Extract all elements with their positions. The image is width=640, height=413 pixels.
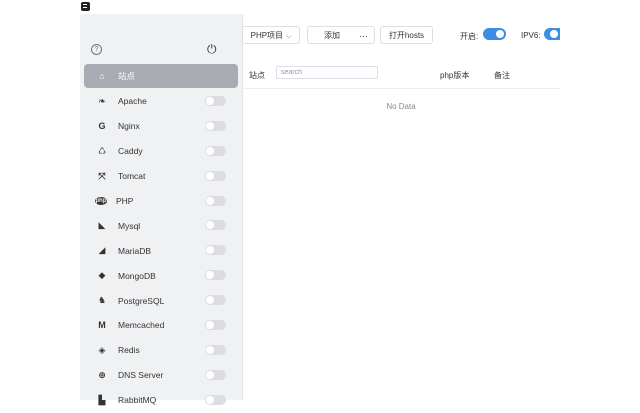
site-table: 站点 php版本 备注 No Data [242,56,560,400]
ipv6-toggle[interactable] [544,28,560,40]
service-toggle[interactable] [205,270,226,281]
service-toggle[interactable] [205,145,226,156]
open-hosts-button[interactable]: 打开hosts [380,26,433,44]
more-options-icon[interactable]: ··· [359,27,368,45]
sidebar-item-tomcat[interactable]: ⤧ Tomcat [84,164,238,189]
add-button-group: 添加 ··· [307,26,375,44]
service-toggle[interactable] [205,344,226,355]
postgresql-elephant-icon: ♞ [97,295,107,306]
sidebar-item-dns-server[interactable]: ⊕ DNS Server [84,363,238,388]
sidebar-item-label: MariaDB [118,245,152,256]
memcached-icon: M [98,320,106,331]
sidebar-item-nginx[interactable]: G Nginx [84,114,238,139]
sidebar-item-apache[interactable]: ❧ Apache [84,89,238,114]
sidebar-item-sites[interactable]: ⌂ 站点 [84,64,238,88]
redis-icon: ◈ [98,344,106,355]
sidebar-item-mysql[interactable]: ◣ Mysql [84,213,238,238]
sidebar-item-label: PHP [116,196,134,206]
caddy-icon: ♺ [97,145,107,156]
sidebar-item-label: Mysql [118,220,141,231]
sidebar-item-label: MongoDB [118,270,156,281]
enable-toggle[interactable] [483,28,506,40]
sidebar-item-label: PostgreSQL [118,295,165,306]
enable-label: 开启: [460,32,479,41]
php-icon: php [95,197,107,205]
nginx-icon: G [98,121,106,132]
sidebar-item-label: Redis [118,345,140,356]
sidebar-item-label: RabbitMQ [118,395,157,406]
sidebar-item-label: Tomcat [118,171,146,182]
sidebar-item-rabbitmq[interactable]: ▙ RabbitMQ [84,388,238,413]
sidebar-item-label: Nginx [118,121,140,132]
app-logo-icon [81,2,90,11]
sidebar-item-mariadb[interactable]: ◢ MariaDB [84,238,238,263]
apache-feather-icon: ❧ [98,95,106,106]
add-button[interactable]: 添加 [324,31,340,40]
power-icon[interactable]: ⏻ [207,42,217,57]
service-toggle[interactable] [205,120,226,131]
empty-state-text: No Data [386,102,416,111]
mongodb-leaf-icon: ◆ [98,270,106,281]
rabbitmq-icon: ▙ [98,394,106,405]
php-version-column-header: php版本 [440,71,470,80]
service-toggle[interactable] [205,245,226,256]
sidebar-item-memcached[interactable]: M Memcached [84,313,238,338]
service-toggle[interactable] [205,369,226,380]
mysql-dolphin-icon: ◣ [98,220,106,231]
service-toggle[interactable] [205,170,226,181]
sidebar-header: ? ⏻ [80,14,242,64]
home-icon: ⌂ [99,71,105,81]
help-icon[interactable]: ? [91,44,102,55]
tomcat-icon: ⤧ [98,170,106,181]
php-project-label: PHP项目 [250,31,284,40]
service-toggle[interactable] [205,220,226,231]
sidebar-item-label: Caddy [118,146,143,157]
header-divider [242,88,560,89]
ipv6-label: IPV6: [521,31,541,40]
php-project-dropdown[interactable]: PHP项目 ⌵ [242,26,300,44]
site-column-header: 站点 [249,71,265,80]
note-column-header: 备注 [494,71,510,80]
service-toggle[interactable] [205,96,226,106]
sidebar-item-caddy[interactable]: ♺ Caddy [84,139,238,164]
service-toggle[interactable] [205,195,226,206]
service-toggle[interactable] [205,295,226,306]
sidebar-item-mongodb[interactable]: ◆ MongoDB [84,263,238,288]
sidebar-item-label: Memcached [118,320,165,331]
sidebar: ? ⏻ ⌂ 站点 ❧ Apache G Nginx ♺ Caddy ⤧ Tomcat php PHP ◣… [80,14,243,405]
search-input[interactable] [276,66,378,79]
sidebar-nav: ⌂ 站点 ❧ Apache G Nginx ♺ Caddy ⤧ Tomcat php PHP ◣ Mysq… [80,64,242,413]
sidebar-item-postgresql[interactable]: ♞ PostgreSQL [84,288,238,313]
chevron-down-icon: ⌵ [286,33,292,40]
toolbar: PHP项目 ⌵ 添加 ··· 打开hosts 开启: IPV6: [242,14,560,56]
dns-server-icon: ⊕ [98,369,106,380]
sidebar-item-label: 站点 [118,71,136,81]
sidebar-item-php[interactable]: php PHP [84,189,238,214]
sidebar-item-redis[interactable]: ◈ Redis [84,338,238,363]
sidebar-item-label: DNS Server [118,370,164,381]
sidebar-item-label: Apache [118,96,147,107]
mariadb-seal-icon: ◢ [98,245,106,256]
service-toggle[interactable] [205,320,226,331]
